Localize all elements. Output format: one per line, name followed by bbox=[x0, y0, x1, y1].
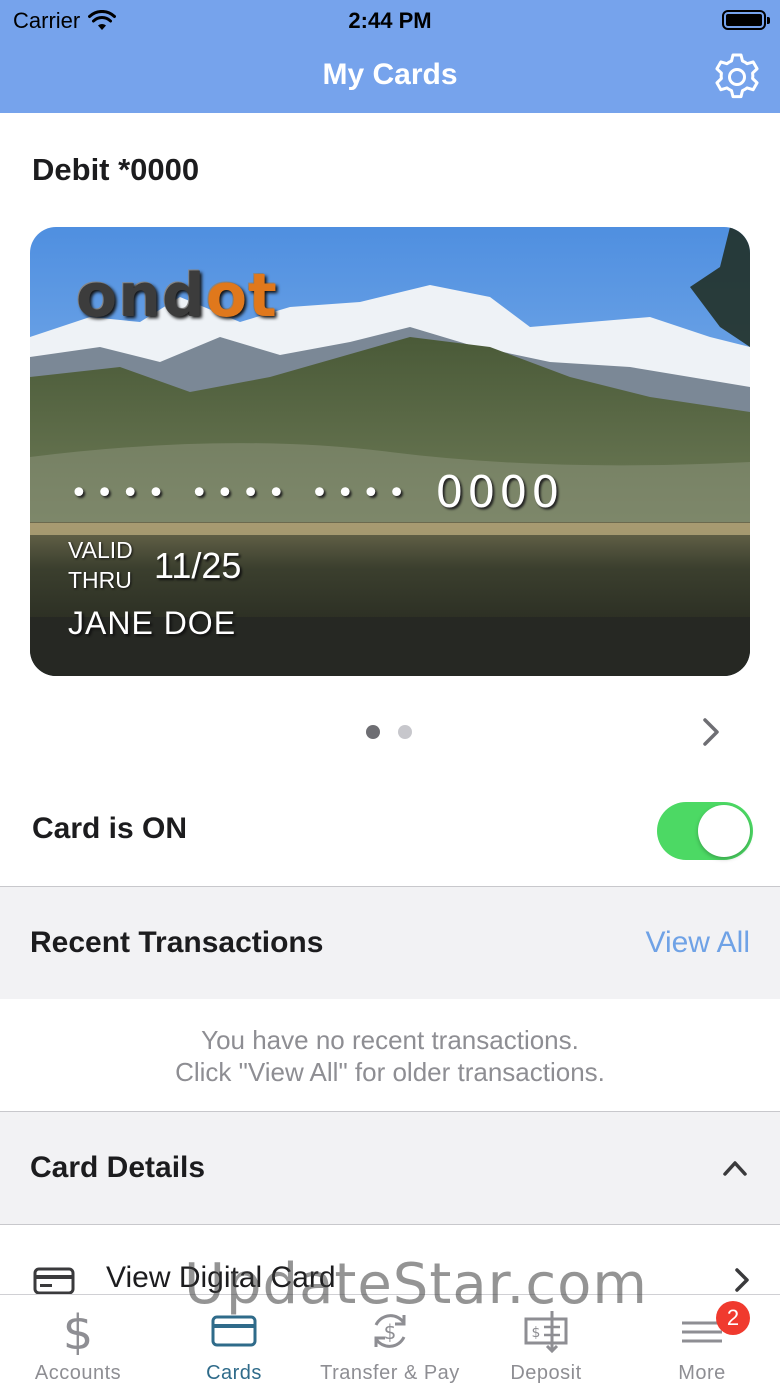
card-brand-logo: ondot bbox=[76, 261, 278, 331]
tab-more[interactable]: More bbox=[624, 1295, 780, 1387]
svg-text:$: $ bbox=[63, 1307, 94, 1355]
card-holder-name: JANE DOE bbox=[68, 605, 237, 641]
transfer-cycle-icon: $ bbox=[374, 1314, 406, 1348]
settings-gear-icon[interactable] bbox=[712, 52, 762, 102]
card-number-masked: •••• •••• •••• bbox=[70, 476, 414, 511]
svg-text:$: $ bbox=[384, 1320, 397, 1344]
debit-card-image[interactable]: ondot •••• •••• •••• 0000 VALID THRU 11/25… bbox=[30, 227, 750, 676]
divider bbox=[0, 1224, 780, 1225]
status-bar: Carrier 2:44 PM bbox=[0, 0, 780, 40]
valid-thru-label: VALID THRU bbox=[68, 537, 133, 593]
collapse-chevron-up-icon[interactable] bbox=[722, 1158, 748, 1178]
credit-card-icon bbox=[33, 1267, 75, 1295]
card-expiry: 11/25 bbox=[154, 545, 242, 586]
svg-text:$: $ bbox=[532, 1325, 541, 1341]
page-dot-2[interactable] bbox=[398, 725, 412, 739]
card-number: •••• •••• •••• 0000 bbox=[70, 467, 563, 518]
dollar-icon: $ bbox=[63, 1307, 94, 1355]
tab-more-label: More bbox=[678, 1362, 726, 1384]
card-details-title: Card Details bbox=[30, 1151, 206, 1184]
card-page-indicator[interactable] bbox=[366, 725, 412, 739]
view-all-link[interactable]: View All bbox=[645, 926, 750, 960]
tab-bar: $ Accounts Cards $ Transfer & Pay $ Depo… bbox=[0, 1294, 780, 1387]
tab-cards[interactable]: Cards bbox=[156, 1295, 312, 1387]
battery-icon bbox=[722, 10, 770, 30]
tab-accounts[interactable]: $ Accounts bbox=[0, 1295, 156, 1387]
next-card-chevron-icon[interactable] bbox=[700, 716, 722, 748]
card-on-toggle[interactable] bbox=[657, 802, 753, 860]
check-deposit-icon: $ bbox=[524, 1311, 568, 1354]
navigation-bar: Carrier 2:44 PM My Cards bbox=[0, 0, 780, 113]
tab-transfer-pay-label: Transfer & Pay bbox=[320, 1362, 460, 1384]
card-icon bbox=[211, 1315, 257, 1347]
empty-transactions-message: You have no recent transactions. Click "… bbox=[175, 1025, 605, 1087]
recent-transactions-title: Recent Transactions bbox=[30, 926, 324, 959]
view-digital-card-row[interactable]: View Digital Card bbox=[106, 1261, 336, 1295]
page-dot-1[interactable] bbox=[366, 725, 380, 739]
page-title: My Cards bbox=[322, 58, 458, 91]
status-time: 2:44 PM bbox=[348, 8, 432, 33]
card-status-label: Card is ON bbox=[32, 812, 188, 845]
tab-transfer-pay[interactable]: $ Transfer & Pay bbox=[312, 1295, 468, 1387]
notification-badge: 2 bbox=[716, 1301, 750, 1335]
card-title: Debit *0000 bbox=[32, 152, 200, 187]
tab-deposit[interactable]: $ Deposit bbox=[468, 1295, 624, 1387]
tab-deposit-label: Deposit bbox=[510, 1362, 582, 1384]
tab-accounts-label: Accounts bbox=[34, 1362, 122, 1384]
row-chevron-right-icon[interactable] bbox=[733, 1266, 751, 1294]
card-number-last4: 0000 bbox=[435, 467, 564, 518]
tab-cards-label: Cards bbox=[206, 1362, 262, 1384]
